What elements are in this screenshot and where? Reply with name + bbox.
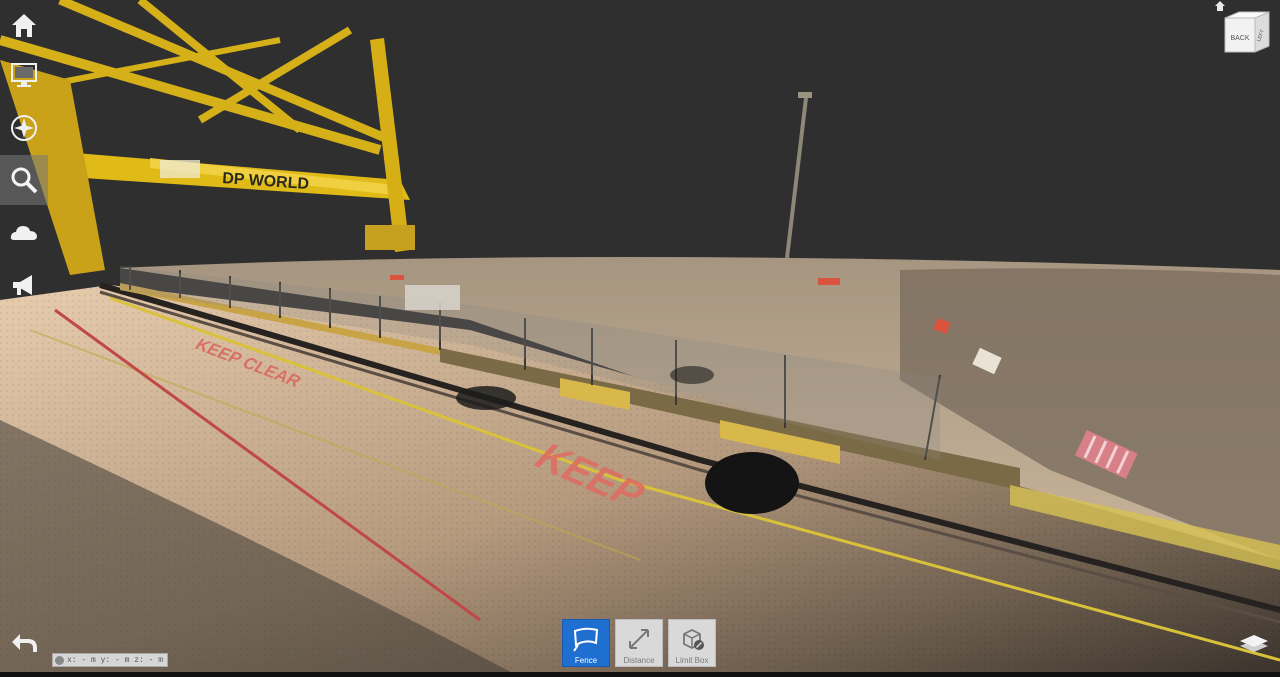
monitor-icon xyxy=(11,63,37,87)
cloud-icon xyxy=(10,226,38,240)
coordinates-icon xyxy=(55,655,64,665)
search-icon xyxy=(11,167,38,194)
limit-box-tool-label: Limit Box xyxy=(675,656,709,665)
scan-shadow xyxy=(705,452,799,514)
red-barrier xyxy=(818,278,840,285)
back-button[interactable] xyxy=(6,628,42,658)
fence-sign xyxy=(405,285,460,310)
point-cloud-viewport[interactable]: DP WORLD KEEP CLEAR KEEP xyxy=(0,0,1280,677)
cube-front-label: BACK xyxy=(1230,35,1249,42)
coordinates-text: x: - m y: - m z: - m xyxy=(67,655,164,665)
fence-tool-button[interactable]: Fence xyxy=(562,619,610,667)
layers-button[interactable] xyxy=(1236,628,1272,658)
light-pole xyxy=(785,92,812,259)
megaphone-icon xyxy=(13,275,32,295)
home-icon xyxy=(12,14,36,37)
compass-icon xyxy=(11,115,37,141)
distance-tool-label: Distance xyxy=(623,656,655,665)
fence-icon xyxy=(573,627,599,652)
taskbar xyxy=(0,672,1280,677)
announce-button[interactable] xyxy=(0,260,48,310)
display-button[interactable] xyxy=(0,50,48,100)
search-button[interactable] xyxy=(0,155,48,205)
distance-icon xyxy=(629,629,649,649)
fence-tool-label: Fence xyxy=(574,656,598,665)
home-button[interactable] xyxy=(0,0,48,50)
gantry-crane: DP WORLD xyxy=(0,0,415,275)
view-cube[interactable]: BACK LEFT xyxy=(1222,10,1272,54)
coordinates-readout: x: - m y: - m z: - m xyxy=(52,653,169,667)
limit-box-tool-button[interactable]: Limit Box xyxy=(668,619,716,667)
back-arrow-icon xyxy=(12,634,37,652)
cloud-button[interactable] xyxy=(0,208,48,258)
limit-box-icon xyxy=(683,628,704,650)
distance-tool-button[interactable]: Distance xyxy=(615,619,663,667)
layers-icon xyxy=(1240,635,1268,652)
navigation-button[interactable] xyxy=(0,103,48,153)
